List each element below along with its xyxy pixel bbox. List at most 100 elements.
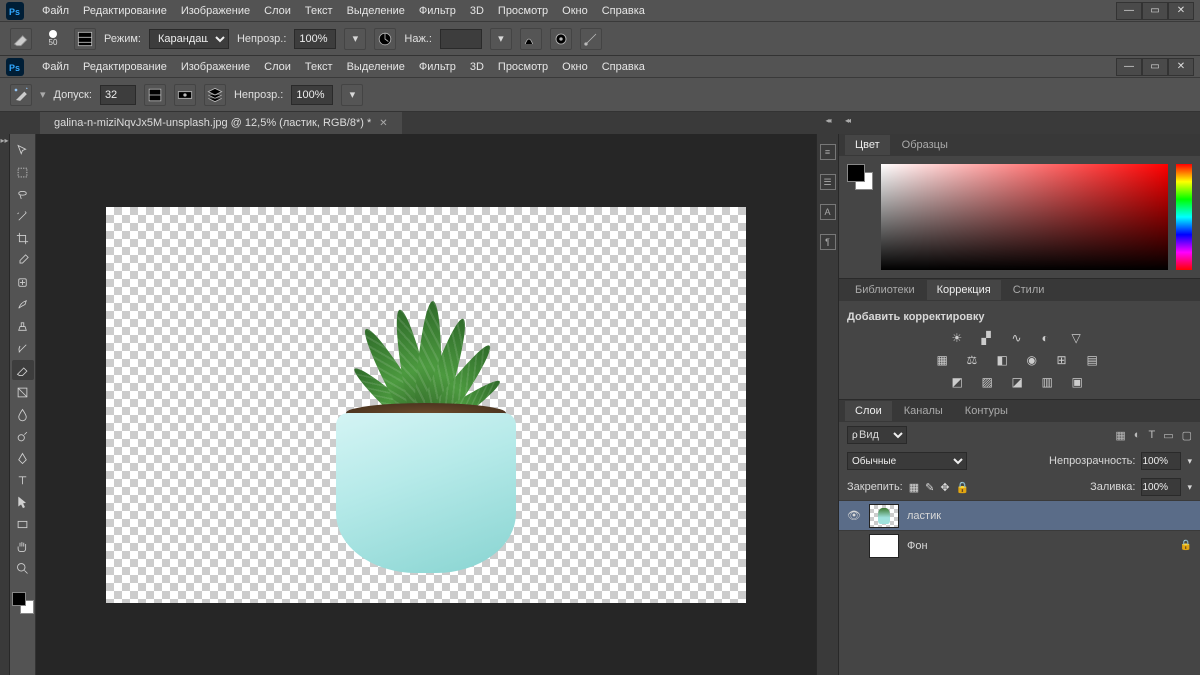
- menu-edit[interactable]: Редактирование: [83, 5, 167, 17]
- antialias-icon[interactable]: [144, 84, 166, 106]
- filter-pixel-icon[interactable]: ▦: [1115, 429, 1125, 442]
- close-tab-icon[interactable]: ✕: [379, 118, 387, 129]
- layer-thumbnail[interactable]: [869, 534, 899, 558]
- magic-wand-tool[interactable]: [12, 206, 34, 226]
- opacity-input-1[interactable]: [294, 29, 336, 49]
- layer-row[interactable]: Фон🔒: [839, 530, 1200, 560]
- sample-all-layers-icon[interactable]: [204, 84, 226, 106]
- contiguous-icon[interactable]: [174, 84, 196, 106]
- pen-tool[interactable]: [12, 448, 34, 468]
- tolerance-input[interactable]: [100, 85, 136, 105]
- eraser-tool[interactable]: [12, 360, 34, 380]
- color-balance-adjust-icon[interactable]: ⚖: [967, 353, 983, 367]
- marquee-tool[interactable]: [12, 162, 34, 182]
- selective-color-adjust-icon[interactable]: ▣: [1072, 375, 1088, 389]
- vibrance-adjust-icon[interactable]: ▽: [1072, 331, 1088, 345]
- crop-tool[interactable]: [12, 228, 34, 248]
- posterize-adjust-icon[interactable]: ▨: [982, 375, 998, 389]
- invert-adjust-icon[interactable]: ◩: [952, 375, 968, 389]
- flow-input[interactable]: [440, 29, 482, 49]
- layer-filter-kind[interactable]: ρ: [847, 426, 907, 444]
- character-panel-icon[interactable]: A: [820, 204, 836, 220]
- pressure-size-icon[interactable]: [550, 28, 572, 50]
- tab-color[interactable]: Цвет: [845, 135, 890, 155]
- visibility-toggle-icon[interactable]: [847, 539, 861, 553]
- menu-edit[interactable]: Редактирование: [83, 61, 167, 73]
- window-minimize-button[interactable]: —: [1116, 2, 1142, 20]
- menu-select[interactable]: Выделение: [347, 61, 405, 73]
- menu-image[interactable]: Изображение: [181, 5, 250, 17]
- filter-adjust-icon[interactable]: ◐: [1134, 429, 1141, 442]
- menu-help[interactable]: Справка: [602, 61, 645, 73]
- layer-opacity-input[interactable]: [1141, 452, 1181, 470]
- threshold-adjust-icon[interactable]: ◪: [1012, 375, 1028, 389]
- dodge-tool[interactable]: [12, 426, 34, 446]
- bw-adjust-icon[interactable]: ◧: [997, 353, 1013, 367]
- tab-libraries[interactable]: Библиотеки: [845, 280, 925, 300]
- clone-stamp-tool[interactable]: [12, 316, 34, 336]
- brush-preset-picker[interactable]: 50: [40, 26, 66, 52]
- tab-styles[interactable]: Стили: [1003, 280, 1055, 300]
- airbrush-icon[interactable]: [520, 28, 542, 50]
- healing-brush-tool[interactable]: [12, 272, 34, 292]
- menu-select[interactable]: Выделение: [347, 5, 405, 17]
- hand-tool[interactable]: [12, 536, 34, 556]
- properties-panel-icon[interactable]: ☰: [820, 174, 836, 190]
- exposure-adjust-icon[interactable]: ◐: [1042, 331, 1058, 345]
- window-close-button[interactable]: ✕: [1168, 58, 1194, 76]
- zoom-tool[interactable]: [12, 558, 34, 578]
- menu-help[interactable]: Справка: [602, 5, 645, 17]
- menu-3d[interactable]: 3D: [470, 61, 484, 73]
- menu-view[interactable]: Просмотр: [498, 61, 548, 73]
- menu-view[interactable]: Просмотр: [498, 5, 548, 17]
- eraser-tool-icon[interactable]: [10, 28, 32, 50]
- lock-pixels-icon[interactable]: ✎: [925, 481, 934, 494]
- brightness-adjust-icon[interactable]: ☀: [952, 331, 968, 345]
- mode-select[interactable]: Карандаш: [149, 29, 229, 49]
- filter-shape-icon[interactable]: ▭: [1163, 429, 1173, 442]
- tab-layers[interactable]: Слои: [845, 401, 892, 421]
- menu-layers[interactable]: Слои: [264, 61, 291, 73]
- menu-file[interactable]: Файл: [42, 61, 69, 73]
- levels-adjust-icon[interactable]: ▞: [982, 331, 998, 345]
- channel-mixer-adjust-icon[interactable]: ⊞: [1057, 353, 1073, 367]
- flow-dropdown-icon[interactable]: ▾: [490, 28, 512, 50]
- curves-adjust-icon[interactable]: ∿: [1012, 331, 1028, 345]
- menu-image[interactable]: Изображение: [181, 61, 250, 73]
- window-maximize-button[interactable]: ▭: [1142, 58, 1168, 76]
- menu-file[interactable]: Файл: [42, 5, 69, 17]
- tablet-pen-icon[interactable]: [580, 28, 602, 50]
- tab-adjustments[interactable]: Коррекция: [927, 280, 1001, 300]
- document-canvas[interactable]: [106, 207, 746, 603]
- magic-eraser-tool-icon[interactable]: [10, 84, 32, 106]
- lasso-tool[interactable]: [12, 184, 34, 204]
- menu-layers[interactable]: Слои: [264, 5, 291, 17]
- menu-window[interactable]: Окно: [562, 61, 588, 73]
- collapse-arrows-icon[interactable]: ◂◂: [845, 116, 849, 125]
- window-close-button[interactable]: ✕: [1168, 2, 1194, 20]
- tab-channels[interactable]: Каналы: [894, 401, 953, 421]
- color-field[interactable]: [881, 164, 1168, 270]
- history-panel-icon[interactable]: ≡: [820, 144, 836, 160]
- rectangle-tool[interactable]: [12, 514, 34, 534]
- foreground-background-swatch[interactable]: [12, 592, 34, 614]
- collapse-arrows-icon[interactable]: ◂◂: [825, 116, 829, 125]
- gradient-map-adjust-icon[interactable]: ▥: [1042, 375, 1058, 389]
- photo-filter-adjust-icon[interactable]: ◉: [1027, 353, 1043, 367]
- blend-mode-select[interactable]: Обычные: [847, 452, 967, 470]
- blur-tool[interactable]: [12, 404, 34, 424]
- brush-tool[interactable]: [12, 294, 34, 314]
- paragraph-panel-icon[interactable]: ¶: [820, 234, 836, 250]
- menu-window[interactable]: Окно: [562, 5, 588, 17]
- color-swatch-mini[interactable]: [847, 164, 873, 190]
- layer-row[interactable]: 👁ластик: [839, 500, 1200, 530]
- layer-thumbnail[interactable]: [869, 504, 899, 528]
- canvas-viewport[interactable]: [36, 134, 816, 675]
- layer-name[interactable]: ластик: [907, 510, 941, 522]
- tab-paths[interactable]: Контуры: [955, 401, 1018, 421]
- window-maximize-button[interactable]: ▭: [1142, 2, 1168, 20]
- opacity-dropdown-icon[interactable]: ▾: [341, 84, 363, 106]
- tab-swatches[interactable]: Образцы: [892, 135, 958, 155]
- menu-3d[interactable]: 3D: [470, 5, 484, 17]
- pressure-opacity-icon[interactable]: [374, 28, 396, 50]
